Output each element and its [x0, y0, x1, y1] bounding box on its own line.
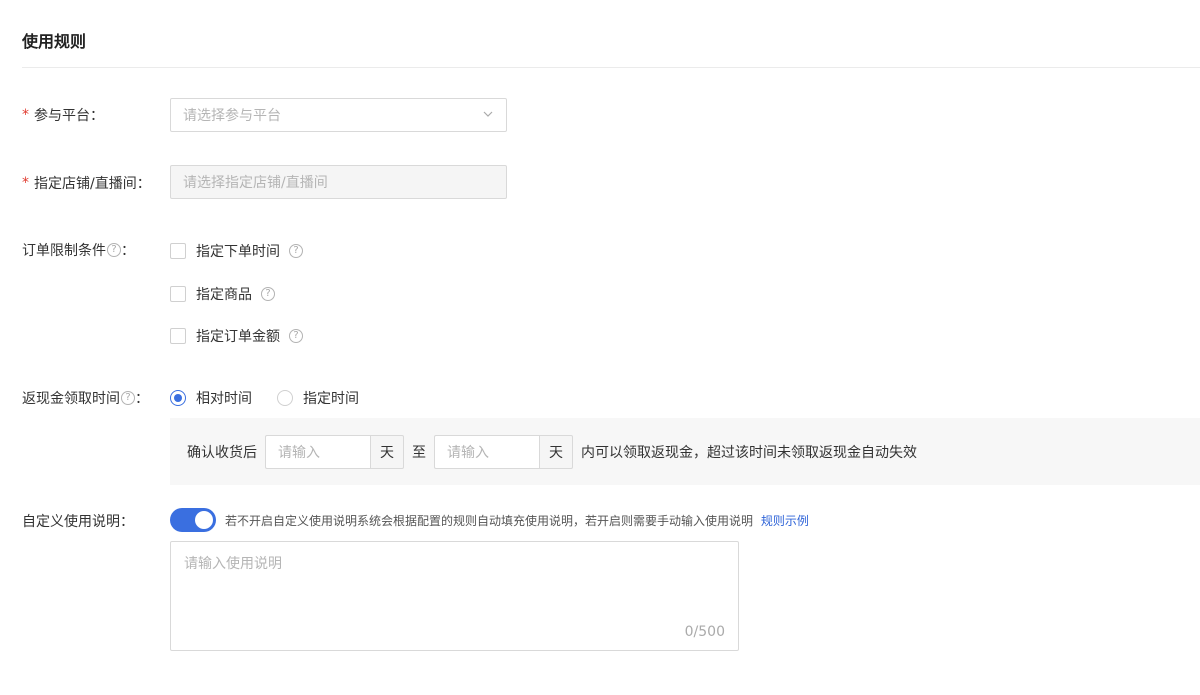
custom-desc-textarea[interactable]: 请输入使用说明 0/500	[170, 541, 739, 651]
to-days-group: 请输入 天	[434, 434, 573, 469]
custom-desc-toggle[interactable]	[170, 508, 216, 532]
cashback-time-label: 返现金领取时间	[22, 391, 120, 407]
cashback-time-label-row: 返现金领取时间 ? ：	[22, 388, 149, 408]
store-label: 指定店铺/直播间：	[34, 176, 151, 192]
store-label-row: * 指定店铺/直播间：	[22, 173, 151, 193]
checkbox-label[interactable]: 指定订单金额	[196, 326, 280, 346]
custom-desc-label-row: 自定义使用说明：	[22, 511, 134, 531]
help-icon[interactable]: ?	[107, 243, 121, 257]
range-separator: 至	[412, 444, 426, 461]
divider	[22, 67, 1200, 68]
radio-label[interactable]: 相对时间	[196, 388, 252, 408]
checkbox-product[interactable]: 指定商品 ?	[170, 284, 275, 304]
panel-prefix: 确认收货后	[187, 444, 257, 461]
colon: ：	[135, 391, 149, 407]
to-days-input[interactable]: 请输入	[434, 434, 539, 469]
radio-label[interactable]: 指定时间	[303, 388, 359, 408]
required-mark: *	[22, 175, 29, 191]
help-icon[interactable]: ?	[121, 391, 135, 405]
panel-suffix: 内可以领取返现金，超过该时间未领取返现金自动失效	[581, 444, 917, 461]
radio-relative-time[interactable]	[170, 390, 186, 406]
store-placeholder: 请选择指定店铺/直播间	[183, 175, 328, 191]
char-counter: 0/500	[684, 624, 725, 640]
from-days-input[interactable]: 请输入	[265, 434, 370, 469]
radio-specified-time[interactable]	[277, 390, 293, 406]
checkbox-box[interactable]	[170, 286, 186, 302]
to-days-placeholder: 请输入	[447, 444, 489, 461]
platform-label: 参与平台：	[34, 108, 104, 124]
checkbox-box[interactable]	[170, 328, 186, 344]
custom-desc-hint: 若不开启自定义使用说明系统会根据配置的规则自动填充使用说明，若开启则需要手动输入…	[225, 514, 754, 528]
store-select[interactable]: 请选择指定店铺/直播间	[170, 165, 507, 199]
checkbox-label[interactable]: 指定商品	[196, 284, 252, 304]
checkbox-order-time[interactable]: 指定下单时间 ?	[170, 241, 303, 261]
checkbox-label[interactable]: 指定下单时间	[196, 241, 280, 261]
custom-desc-label: 自定义使用说明：	[22, 514, 134, 530]
platform-placeholder: 请选择参与平台	[183, 108, 281, 124]
platform-label-row: * 参与平台：	[22, 105, 104, 125]
from-days-group: 请输入 天	[265, 434, 404, 469]
unit-addon: 天	[539, 434, 573, 469]
checkbox-order-amount[interactable]: 指定订单金额 ?	[170, 326, 303, 346]
order-conditions-label: 订单限制条件	[22, 243, 106, 259]
unit-addon: 天	[370, 434, 404, 469]
rules-example-link[interactable]: 规则示例	[761, 514, 809, 528]
help-icon[interactable]: ?	[261, 287, 275, 301]
order-conditions-label-row: 订单限制条件 ? ：	[22, 240, 135, 260]
cashback-time-radio-group: 相对时间 指定时间	[170, 388, 384, 408]
custom-desc-placeholder: 请输入使用说明	[184, 556, 282, 572]
help-icon[interactable]: ?	[289, 329, 303, 343]
from-days-placeholder: 请输入	[278, 444, 320, 461]
relative-time-panel: 确认收货后 请输入 天 至 请输入 天 内可以领取返现金，超过该时间未领取返现金…	[170, 418, 1200, 485]
help-icon[interactable]: ?	[289, 244, 303, 258]
colon: ：	[121, 243, 135, 259]
platform-select[interactable]: 请选择参与平台	[170, 98, 507, 132]
checkbox-box[interactable]	[170, 243, 186, 259]
custom-desc-hint-row: 若不开启自定义使用说明系统会根据配置的规则自动填充使用说明，若开启则需要手动输入…	[225, 512, 809, 529]
chevron-down-icon	[483, 111, 493, 117]
section-title: 使用规则	[22, 32, 87, 51]
required-mark: *	[22, 107, 29, 123]
